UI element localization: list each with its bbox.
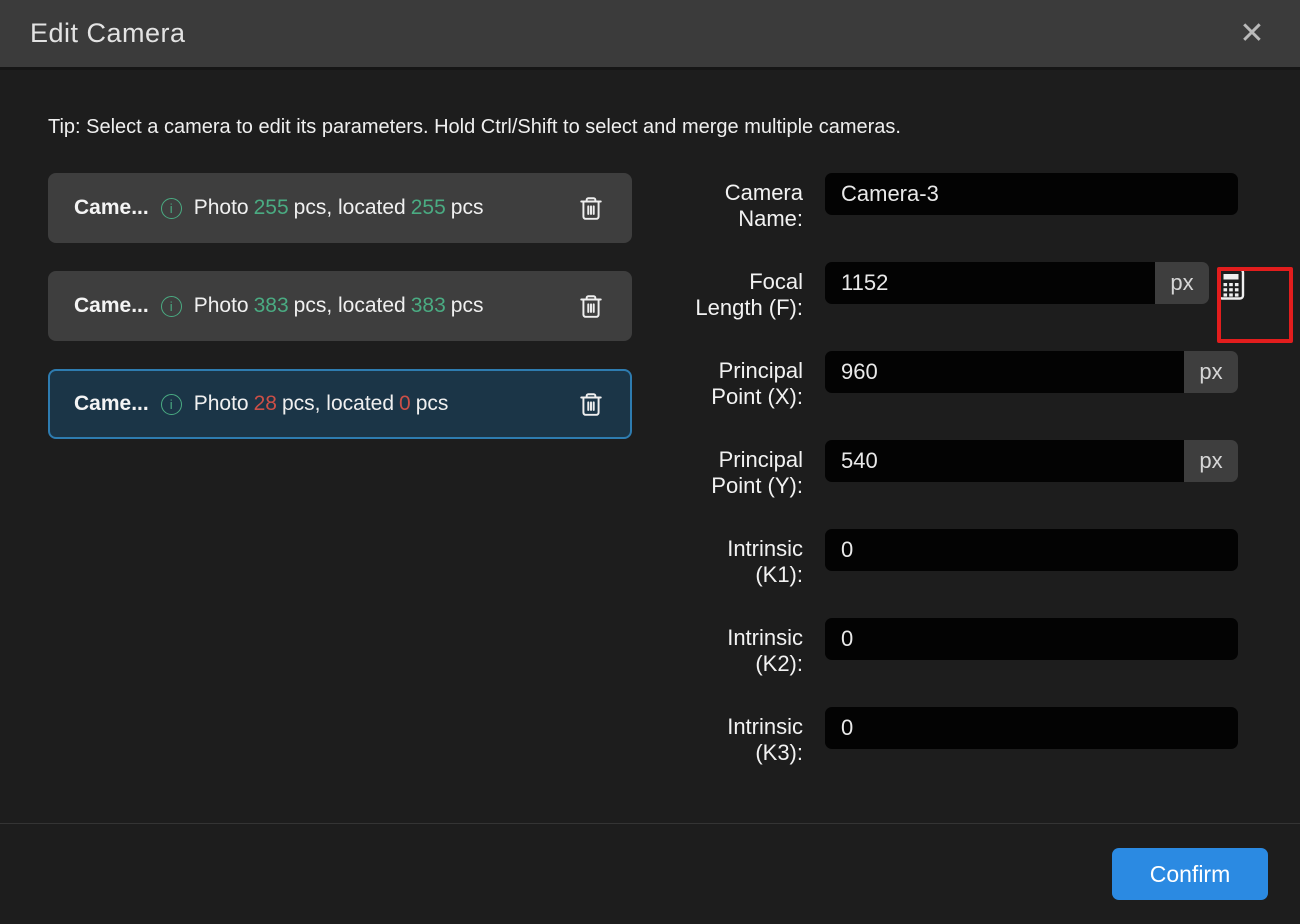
intrinsic-k3-row: Intrinsic (K3): <box>685 707 1245 766</box>
camera-name-label: Camera Name: <box>685 173 803 232</box>
camera-list-item-2[interactable]: Came... i Photo383pcs, located383pcs <box>48 271 632 341</box>
located-count: 0 <box>399 392 411 415</box>
delete-camera-button[interactable] <box>576 291 606 321</box>
close-icon[interactable]: ✕ <box>1234 16 1270 52</box>
intrinsic-k2-input[interactable] <box>825 618 1238 660</box>
camera-name-truncated: Came... <box>74 196 149 220</box>
principal-point-y-label: Principal Point (Y): <box>685 440 803 499</box>
camera-list-item-3-selected[interactable]: Came... i Photo28pcs, located0pcs <box>48 369 632 439</box>
dialog-header: Edit Camera ✕ <box>0 0 1300 67</box>
camera-name-truncated: Came... <box>74 392 149 416</box>
calculate-focal-length-button[interactable] <box>1217 268 1245 300</box>
content-columns: Came... i Photo255pcs, located255pcs Cam… <box>48 173 1300 796</box>
intrinsic-k2-label: Intrinsic (K2): <box>685 618 803 677</box>
calculator-icon <box>1217 268 1245 300</box>
trash-icon <box>578 391 604 417</box>
principal-point-y-input-wrap: px <box>825 440 1238 482</box>
camera-name-input-wrap <box>825 173 1238 215</box>
info-icon: i <box>161 198 182 219</box>
intrinsic-k3-label: Intrinsic (K3): <box>685 707 803 766</box>
photo-count: 255 <box>254 196 289 219</box>
camera-stats: Photo28pcs, located0pcs <box>194 392 449 416</box>
dialog-footer: Confirm <box>0 823 1300 924</box>
focal-length-input[interactable] <box>825 262 1155 304</box>
camera-list-item-1[interactable]: Came... i Photo255pcs, located255pcs <box>48 173 632 243</box>
tip-text: Tip: Select a camera to edit its paramet… <box>48 116 1300 139</box>
located-count: 383 <box>411 294 446 317</box>
camera-stats: Photo255pcs, located255pcs <box>194 196 484 220</box>
principal-point-y-input[interactable] <box>825 440 1184 482</box>
principal-point-x-label: Principal Point (X): <box>685 351 803 410</box>
trash-icon <box>578 195 604 221</box>
edit-camera-dialog: Edit Camera ✕ Tip: Select a camera to ed… <box>0 0 1300 924</box>
focal-length-row: Focal Length (F): px <box>685 262 1245 321</box>
confirm-button[interactable]: Confirm <box>1112 848 1268 900</box>
focal-length-label: Focal Length (F): <box>685 262 803 321</box>
intrinsic-k2-row: Intrinsic (K2): <box>685 618 1245 677</box>
principal-point-x-row: Principal Point (X): px <box>685 351 1245 410</box>
photo-count: 383 <box>254 294 289 317</box>
focal-length-input-wrap: px <box>825 262 1209 304</box>
px-unit-suffix: px <box>1155 262 1209 304</box>
principal-point-x-input-wrap: px <box>825 351 1238 393</box>
dialog-body: Tip: Select a camera to edit its paramet… <box>0 67 1300 823</box>
photo-count: 28 <box>254 392 277 415</box>
intrinsic-k1-row: Intrinsic (K1): <box>685 529 1245 588</box>
camera-name-row: Camera Name: <box>685 173 1245 232</box>
intrinsic-k2-input-wrap <box>825 618 1238 660</box>
camera-list: Came... i Photo255pcs, located255pcs Cam… <box>48 173 632 796</box>
intrinsic-k1-input-wrap <box>825 529 1238 571</box>
info-icon: i <box>161 296 182 317</box>
px-unit-suffix: px <box>1184 440 1238 482</box>
px-unit-suffix: px <box>1184 351 1238 393</box>
camera-name-input[interactable] <box>825 173 1238 215</box>
intrinsic-k1-input[interactable] <box>825 529 1238 571</box>
intrinsic-k1-label: Intrinsic (K1): <box>685 529 803 588</box>
info-icon: i <box>161 394 182 415</box>
camera-stats: Photo383pcs, located383pcs <box>194 294 484 318</box>
intrinsic-k3-input[interactable] <box>825 707 1238 749</box>
intrinsic-k3-input-wrap <box>825 707 1238 749</box>
camera-name-truncated: Came... <box>74 294 149 318</box>
dialog-title: Edit Camera <box>30 18 186 49</box>
delete-camera-button[interactable] <box>576 389 606 419</box>
camera-parameters-form: Camera Name: Focal Length (F): px <box>685 173 1245 796</box>
principal-point-y-row: Principal Point (Y): px <box>685 440 1245 499</box>
delete-camera-button[interactable] <box>576 193 606 223</box>
principal-point-x-input[interactable] <box>825 351 1184 393</box>
located-count: 255 <box>411 196 446 219</box>
trash-icon <box>578 293 604 319</box>
